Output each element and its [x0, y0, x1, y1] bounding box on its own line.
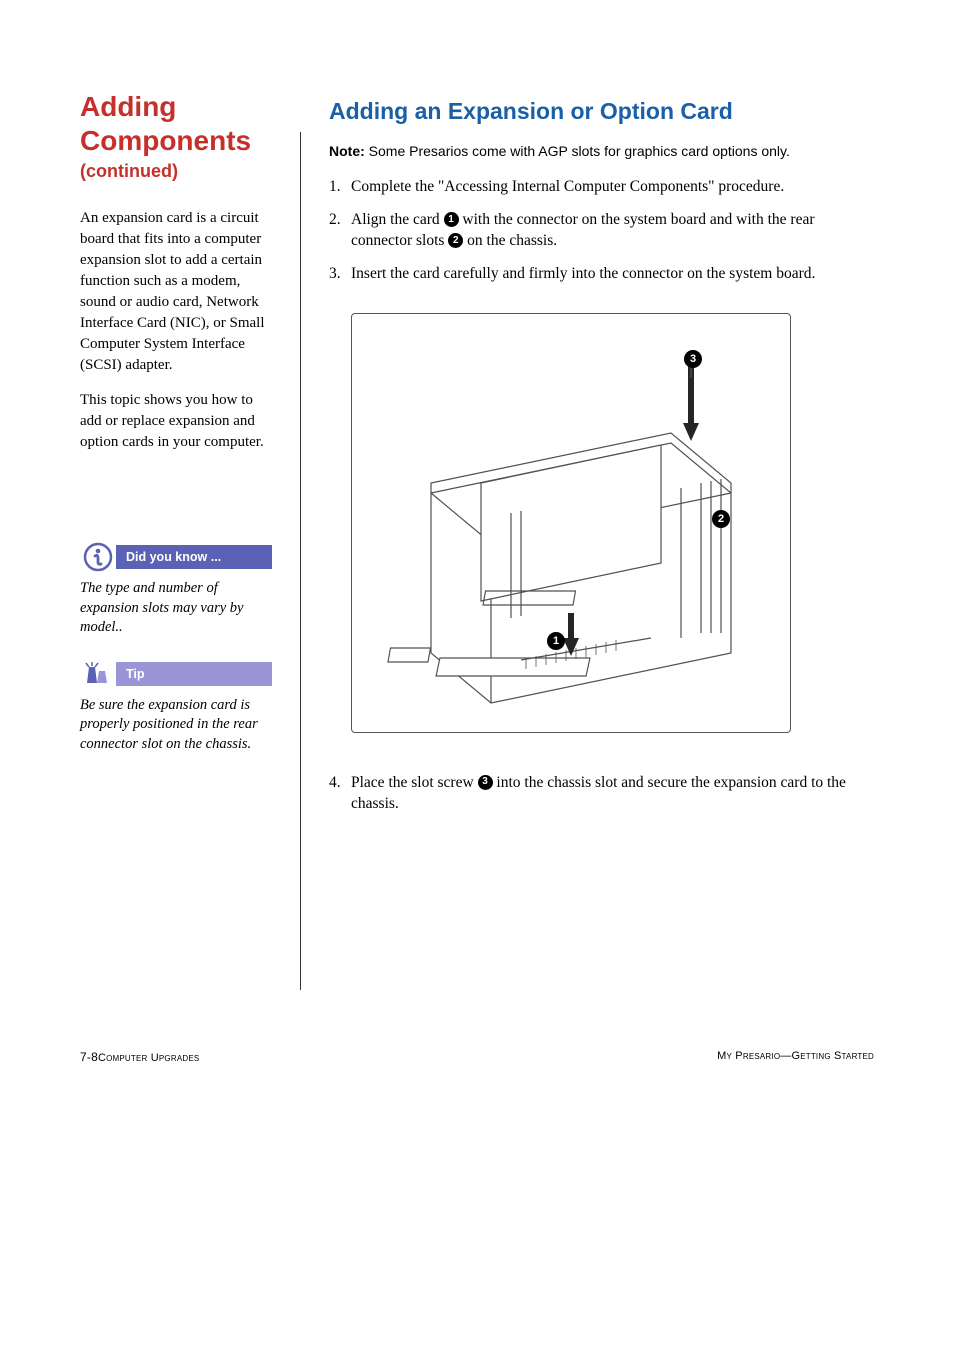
info-icon: [80, 543, 116, 571]
tip-body: Be sure the expansion card is properly p…: [80, 696, 272, 755]
section-continued-label: (continued): [80, 161, 272, 182]
chassis-diagram-icon: [371, 333, 771, 713]
step-1: Complete the "Accessing Internal Compute…: [329, 177, 874, 198]
callout-number-3: 3: [478, 775, 493, 790]
diagram-label-3: 3: [684, 350, 702, 368]
note-line: Note: Some Presarios come with AGP slots…: [329, 143, 874, 159]
tip-callout: Tip Be sure the expansion card is proper…: [80, 660, 272, 755]
diagram-label-2: 2: [712, 510, 730, 528]
step-4: Place the slot screw 3 into the chassis …: [329, 773, 874, 815]
tip-icon: [80, 660, 116, 688]
did-you-know-callout: Did you know ... The type and number of …: [80, 543, 272, 638]
step-2: Align the card 1 with the connector on t…: [329, 210, 874, 252]
note-label: Note:: [329, 143, 365, 159]
section-main-title: Adding Components: [80, 90, 272, 157]
diagram-label-1: 1: [547, 632, 565, 650]
callout-number-2: 2: [448, 233, 463, 248]
procedure-steps-continued: Place the slot screw 3 into the chassis …: [329, 773, 874, 815]
callout-number-1: 1: [444, 212, 459, 227]
tip-header: Tip: [116, 662, 272, 686]
did-you-know-header: Did you know ...: [116, 545, 272, 569]
note-text: Some Presarios come with AGP slots for g…: [365, 143, 790, 159]
page-footer: 7-8 Computer Upgrades My Presario—Gettin…: [80, 1050, 874, 1064]
expansion-card-illustration: 3 2 1: [351, 313, 791, 733]
step-1-text: Complete the "Accessing Internal Compute…: [351, 178, 784, 195]
footer-page-number: 7-8: [80, 1050, 98, 1064]
footer-left-text: Computer Upgrades: [98, 1052, 199, 1064]
intro-paragraph-2: This topic shows you how to add or repla…: [80, 390, 272, 453]
footer-right-text: My Presario—Getting Started: [717, 1050, 874, 1064]
procedure-title: Adding an Expansion or Option Card: [329, 98, 874, 125]
did-you-know-body: The type and number of expansion slots m…: [80, 579, 272, 638]
step-3: Insert the card carefully and firmly int…: [329, 264, 874, 285]
step-4-text-a: Place the slot screw: [351, 774, 478, 791]
procedure-steps: Complete the "Accessing Internal Compute…: [329, 177, 874, 285]
step-2-text-c: on the chassis.: [463, 232, 557, 249]
step-3-text: Insert the card carefully and firmly int…: [351, 265, 815, 282]
intro-paragraph-1: An expansion card is a circuit board tha…: [80, 208, 272, 376]
step-2-text-a: Align the card: [351, 211, 444, 228]
